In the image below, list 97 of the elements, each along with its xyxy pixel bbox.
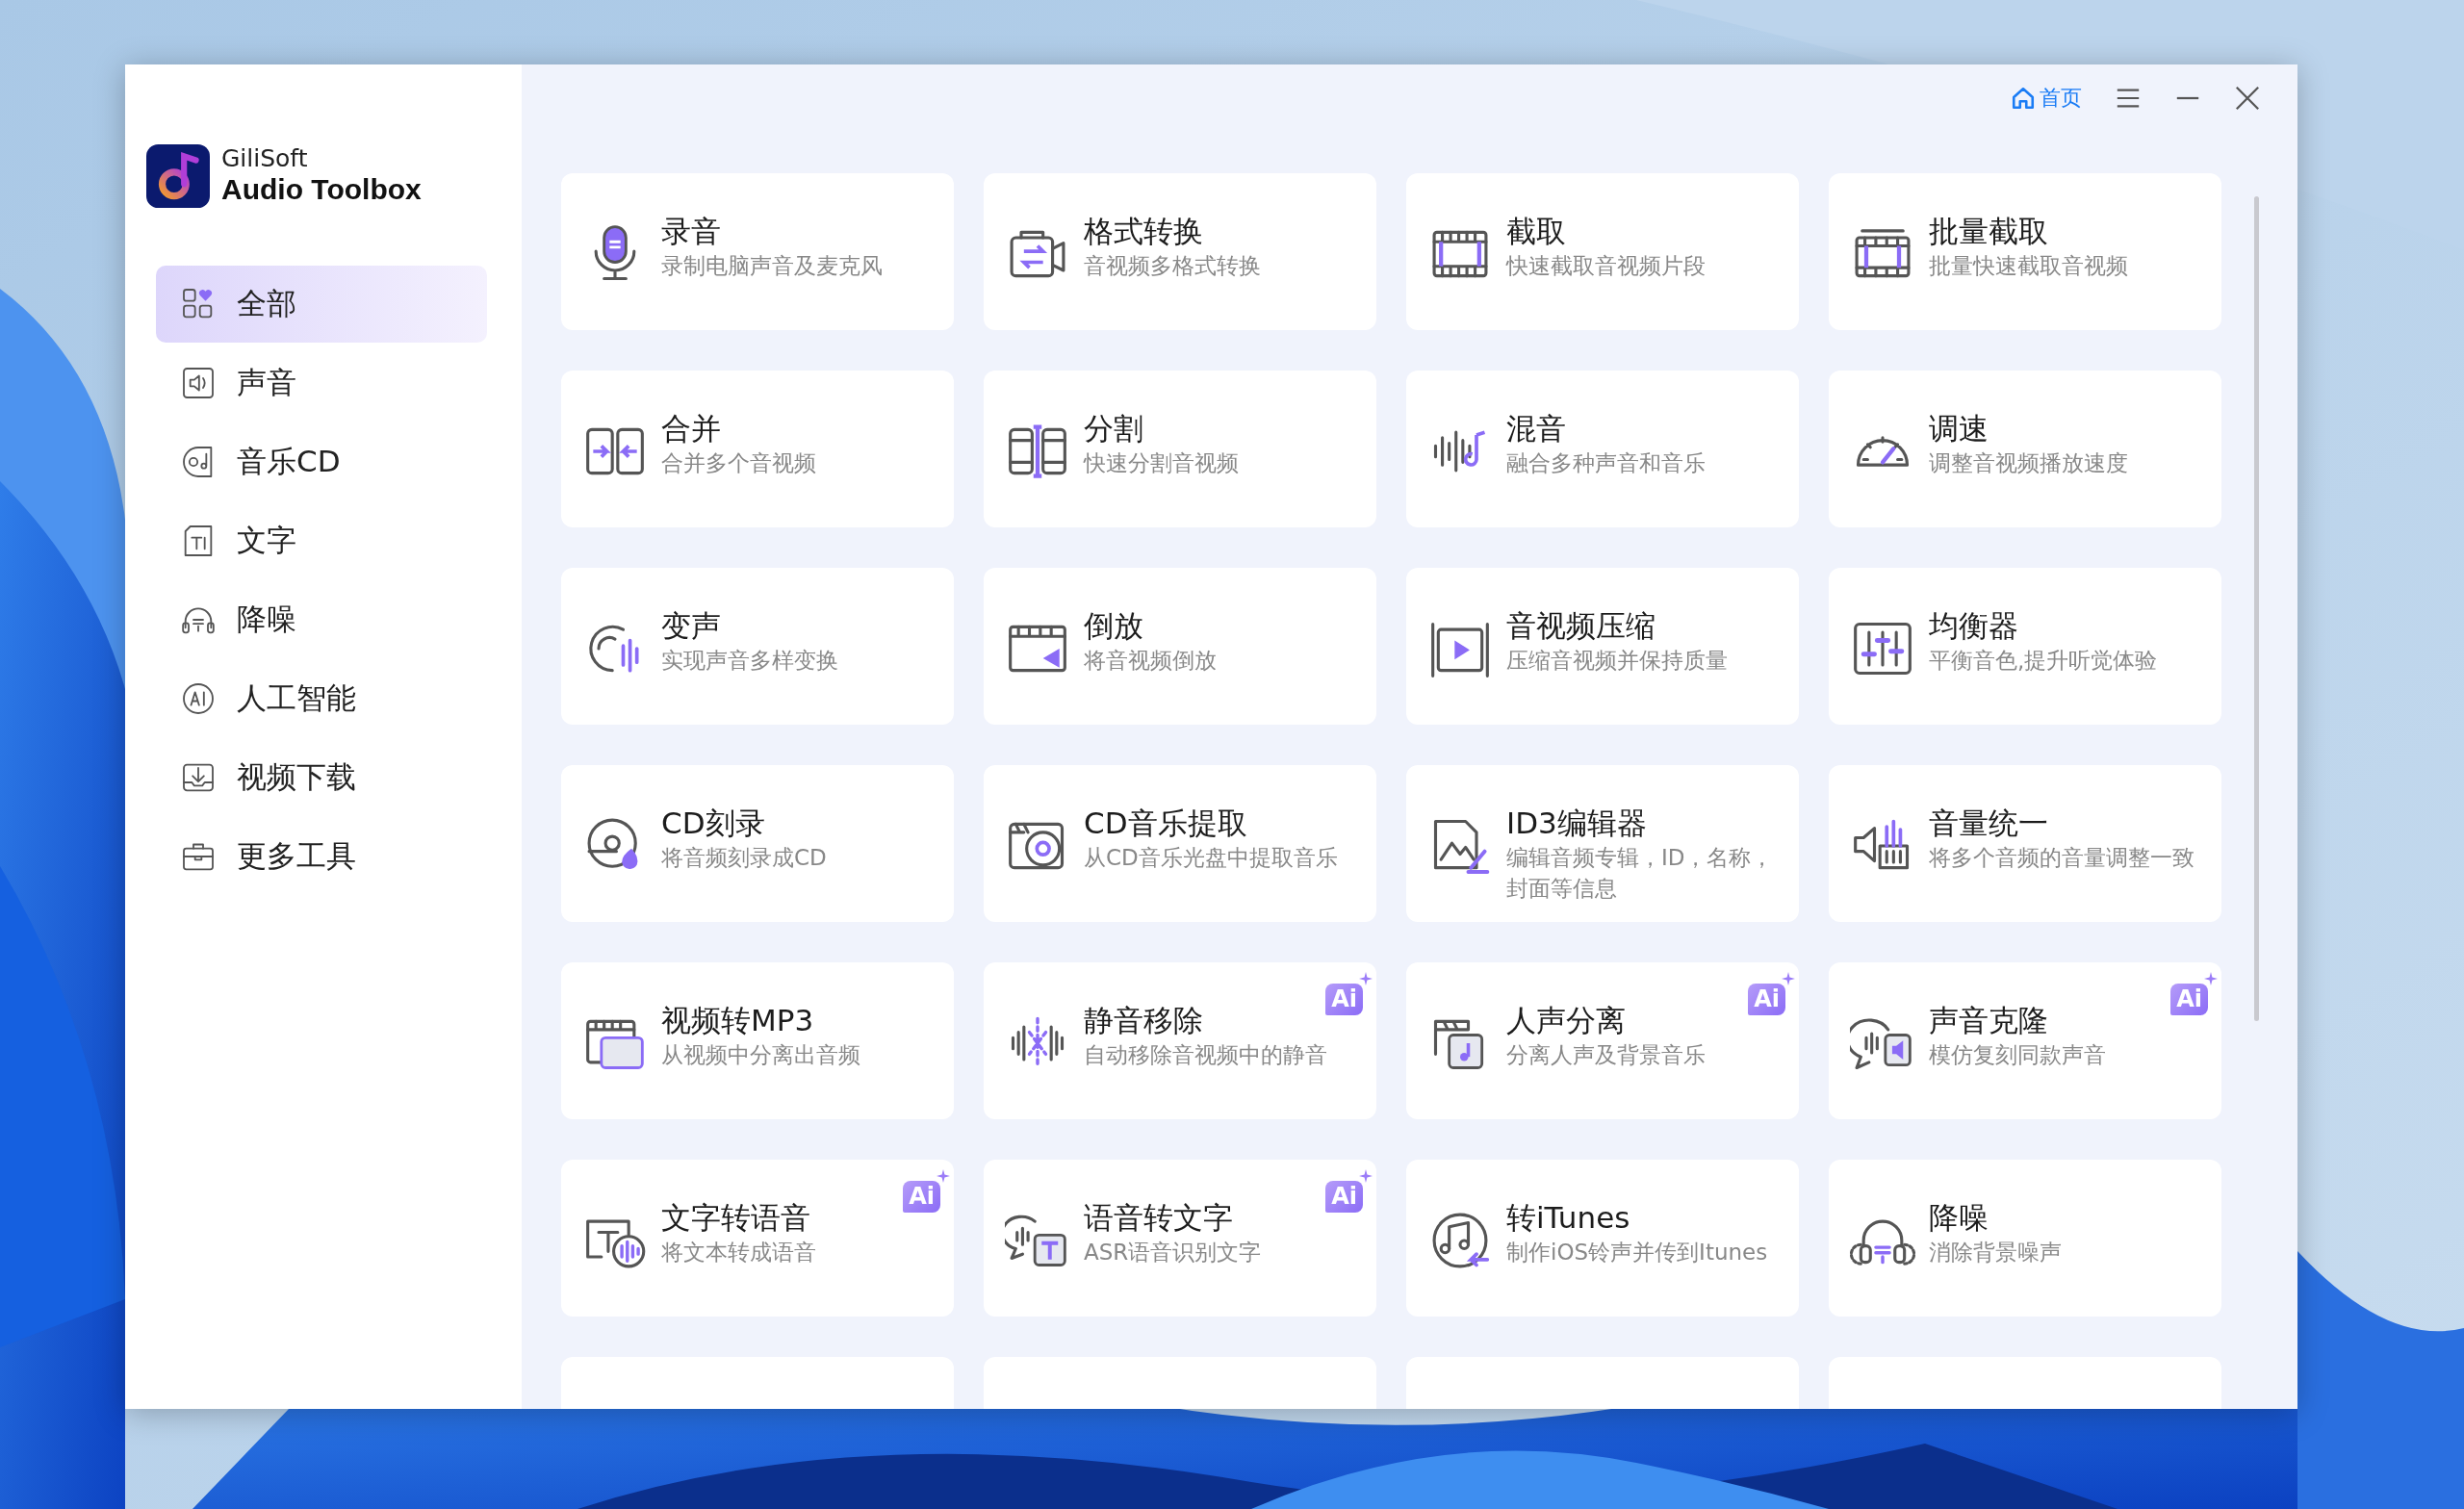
- sidebar-item[interactable]: 人工智能: [156, 660, 487, 737]
- tool-title: 声音克隆: [1929, 1002, 2049, 1039]
- tool-card[interactable]: 混音 融合多种声音和音乐: [1406, 371, 1799, 527]
- tool-card[interactable]: 语音转文字 ASR语音识别文字 Ai: [984, 1160, 1376, 1317]
- tool-description: 消除背景噪声: [1929, 1239, 2062, 1267]
- tool-card[interactable]: 均衡器 平衡音色,提升听觉体验: [1829, 568, 2221, 725]
- tool-title: 文字转语音: [661, 1199, 811, 1237]
- tool-title: 格式转换: [1084, 213, 1204, 250]
- tool-title: 截取: [1506, 213, 1567, 250]
- tool-title: 语音转文字: [1084, 1199, 1234, 1237]
- tool-card[interactable]: ID3编辑器 编辑音频专辑，ID，名称，封面等信息: [1406, 765, 1799, 922]
- ai-badge: Ai: [2170, 984, 2208, 1015]
- tool-title: 音视频压缩: [1506, 607, 1656, 645]
- ai-badge: Ai: [903, 1181, 940, 1213]
- tool-description: 压缩音视频并保持质量: [1506, 647, 1728, 676]
- sparkle-icon: [1359, 972, 1373, 985]
- sparkle-icon: [1359, 1169, 1373, 1183]
- tool-description: 合并多个音视频: [661, 449, 816, 478]
- sidebar-item[interactable]: 全部: [156, 266, 487, 343]
- tool-card[interactable]: CD音乐提取 从CD音乐光盘中提取音乐: [984, 765, 1376, 922]
- tool-description: ASR语音识别文字: [1084, 1239, 1262, 1267]
- tool-description: 融合多种声音和音乐: [1506, 449, 1706, 478]
- tool-card[interactable]: 视频转MP3 从视频中分离出音频: [561, 962, 954, 1119]
- sidebar-item[interactable]: 文字: [156, 502, 487, 579]
- app-logo: [146, 144, 210, 208]
- tool-title: CD刻录: [661, 805, 766, 842]
- app-title: Audio Toolbox: [221, 173, 422, 207]
- sparkle-icon: [1782, 972, 1795, 985]
- tool-title: 分割: [1084, 410, 1144, 448]
- sidebar-item[interactable]: 视频下载: [156, 739, 487, 816]
- home-link[interactable]: 首页: [2011, 83, 2082, 113]
- brand-subtitle: GiliSoft: [221, 145, 309, 174]
- tool-title: 混音: [1506, 410, 1567, 448]
- tool-description: 快速分割音视频: [1084, 449, 1239, 478]
- tool-description: 音视频多格式转换: [1084, 252, 1261, 281]
- close-icon[interactable]: [2234, 84, 2261, 112]
- tool-title: 合并: [661, 410, 722, 448]
- sidebar-item[interactable]: 声音: [156, 345, 487, 422]
- tool-title: 倒放: [1084, 607, 1144, 645]
- tool-title: 视频转MP3: [661, 1002, 815, 1039]
- tool-description: 模仿复刻同款声音: [1929, 1041, 2106, 1070]
- tool-title: 录音: [661, 213, 722, 250]
- sidebar-item[interactable]: 降噪: [156, 581, 487, 658]
- tool-title: 降噪: [1929, 1199, 1989, 1237]
- tool-card[interactable]: 静音移除 自动移除音视频中的静音 Ai: [984, 962, 1376, 1119]
- tool-card[interactable]: 变声 实现声音多样变换: [561, 568, 954, 725]
- tool-card[interactable]: 音视频压缩 压缩音视频并保持质量: [1406, 568, 1799, 725]
- tool-card[interactable]: 截取 快速截取音视频片段: [1406, 173, 1799, 330]
- tool-title: 转iTunes: [1506, 1199, 1631, 1237]
- tool-title: 人声分离: [1506, 1002, 1627, 1039]
- tool-title: CD音乐提取: [1084, 805, 1248, 842]
- tool-card[interactable]: 人声分离 分离人声及背景音乐 Ai: [1406, 962, 1799, 1119]
- tool-title: 音量统一: [1929, 805, 2049, 842]
- tool-title: 静音移除: [1084, 1002, 1204, 1039]
- tool-description: 平衡音色,提升听觉体验: [1929, 647, 2158, 676]
- tool-description: 分离人声及背景音乐: [1506, 1041, 1706, 1070]
- tool-description: 实现声音多样变换: [661, 647, 838, 676]
- home-icon: [2011, 85, 2036, 111]
- tool-title: 均衡器: [1929, 607, 2019, 645]
- tool-description: 编辑音频专辑，ID，名称，封面等信息: [1506, 844, 1775, 904]
- tool-title: ID3编辑器: [1506, 805, 1648, 842]
- tool-card[interactable]: CD刻录 将音频刻录成CD: [561, 765, 954, 922]
- ai-badge: Ai: [1748, 984, 1785, 1015]
- tool-description: 将音频刻录成CD: [661, 844, 827, 873]
- tool-card[interactable]: 合并 合并多个音视频: [561, 371, 954, 527]
- tool-description: 将音视频倒放: [1084, 647, 1217, 676]
- tool-description: 录制电脑声音及麦克风: [661, 252, 883, 281]
- tool-card[interactable]: 转iTunes 制作iOS铃声并传到Itunes: [1406, 1160, 1799, 1317]
- tool-card[interactable]: 批量截取 批量快速截取音视频: [1829, 173, 2221, 330]
- scrollbar[interactable]: [2254, 196, 2259, 1021]
- tool-card[interactable]: 调速 调整音视频播放速度: [1829, 371, 2221, 527]
- tool-card[interactable]: 降噪 消除背景噪声: [1829, 1160, 2221, 1317]
- sidebar-item[interactable]: 音乐CD: [156, 423, 487, 500]
- tool-description: 调整音视频播放速度: [1929, 449, 2128, 478]
- tool-description: 自动移除音视频中的静音: [1084, 1041, 1327, 1070]
- tool-card[interactable]: 倒放 将音视频倒放: [984, 568, 1376, 725]
- tool-title: 变声: [661, 607, 722, 645]
- tool-description: 批量快速截取音视频: [1929, 252, 2128, 281]
- ai-badge: Ai: [1325, 984, 1363, 1015]
- tool-card[interactable]: 声音克隆 模仿复刻同款声音 Ai: [1829, 962, 2221, 1119]
- tool-card[interactable]: 音量统一 将多个音频的音量调整一致: [1829, 765, 2221, 922]
- tool-description: 将多个音频的音量调整一致: [1929, 844, 2194, 873]
- tool-description: 快速截取音视频片段: [1506, 252, 1706, 281]
- tool-card[interactable]: 分割 快速分割音视频: [984, 371, 1376, 527]
- tool-card[interactable]: 录音 录制电脑声音及麦克风: [561, 173, 954, 330]
- tool-description: 从视频中分离出音频: [661, 1041, 860, 1070]
- sidebar-item[interactable]: 更多工具: [156, 818, 487, 895]
- tool-card[interactable]: 文字转语音 将文本转成语音 Ai: [561, 1160, 954, 1317]
- sparkle-icon: [2204, 972, 2218, 985]
- tool-title: 批量截取: [1929, 213, 2049, 250]
- sparkle-icon: [937, 1169, 950, 1183]
- tool-description: 从CD音乐光盘中提取音乐: [1084, 844, 1338, 873]
- tool-description: 制作iOS铃声并传到Itunes: [1506, 1239, 1768, 1267]
- tool-description: 将文本转成语音: [661, 1239, 816, 1267]
- tool-title: 调速: [1929, 410, 1989, 448]
- tool-card[interactable]: 格式转换 音视频多格式转换: [984, 173, 1376, 330]
- ai-badge: Ai: [1325, 1181, 1363, 1213]
